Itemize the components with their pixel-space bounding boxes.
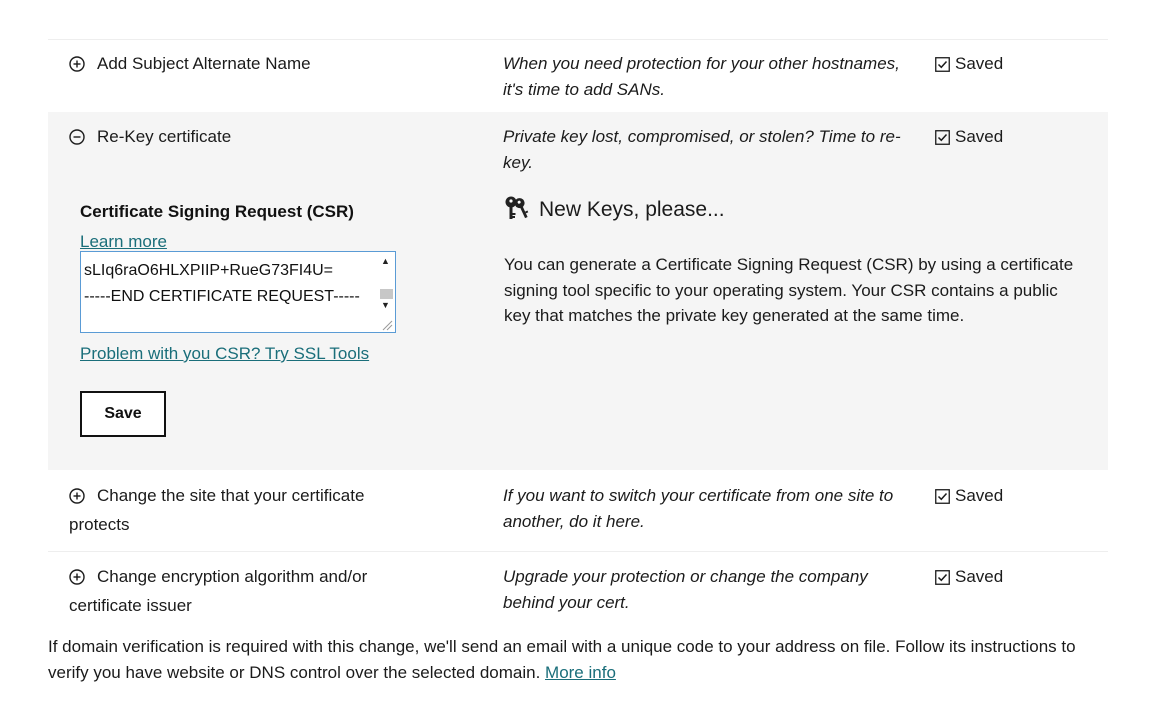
csr-textarea-value[interactable]: sLIq6raO6HLXPIIP+RueG73FI4U= -----END CE… [84,258,376,310]
save-button[interactable]: Save [80,391,166,437]
change-algorithm-description: Upgrade your protection or change the co… [503,567,868,612]
csr-textarea[interactable]: sLIq6raO6HLXPIIP+RueG73FI4U= -----END CE… [80,251,396,333]
row-divider [48,551,1108,552]
resize-handle-icon[interactable] [381,318,393,332]
checkbox-checked-icon [935,567,950,593]
learn-more-link[interactable]: Learn more [80,232,167,251]
add-san-title: Add Subject Alternate Name [97,54,311,73]
option-row-add-san: Add Subject Alternate Name When you need… [48,51,1108,111]
keys-icon [503,195,529,230]
rekey-status: Saved [935,124,1003,153]
add-san-description: When you need protection for your other … [503,54,900,99]
new-keys-title: New Keys, please... [539,198,725,221]
option-row-change-site: Change the site that your certificate pr… [48,483,1108,543]
scroll-down-icon[interactable]: ▼ [381,300,390,310]
rekey-panel: Re-Key certificate Private key lost, com… [48,112,1108,470]
plus-circle-icon[interactable] [69,54,85,80]
rekey-title: Re-Key certificate [97,127,232,146]
minus-circle-icon[interactable] [69,127,85,153]
checkbox-checked-icon [935,127,950,153]
change-site-status: Saved [935,483,1003,512]
checkbox-checked-icon [935,54,950,80]
rekey-description: Private key lost, compromised, or stolen… [503,127,901,172]
change-site-description: If you want to switch your certificate f… [503,486,894,531]
change-site-title: Change the site that your certificate pr… [69,486,365,534]
add-san-status: Saved [935,51,1003,80]
plus-circle-icon[interactable] [69,486,85,512]
change-site-toggle[interactable]: Change the site that your certificate pr… [69,483,389,537]
change-algorithm-status: Saved [935,564,1003,593]
status-label: Saved [955,127,1004,146]
scroll-thumb[interactable] [380,289,393,299]
change-algorithm-title: Change encryption algorithm and/or certi… [69,567,368,615]
row-divider [48,39,1108,40]
add-san-toggle[interactable]: Add Subject Alternate Name [69,51,389,80]
scroll-up-icon[interactable]: ▲ [381,256,390,266]
new-keys-body: You can generate a Certificate Signing R… [504,255,1074,325]
checkbox-checked-icon [935,486,950,512]
new-keys-heading: New Keys, please... [503,195,725,230]
plus-circle-icon[interactable] [69,567,85,593]
csr-scrollbar[interactable]: ▲ ▼ [377,252,395,332]
more-info-link[interactable]: More info [545,663,616,682]
csr-label-text: Certificate Signing Request (CSR) [80,202,354,221]
status-label: Saved [955,486,1004,505]
option-row-change-algorithm: Change encryption algorithm and/or certi… [48,564,1108,624]
verification-note: If domain verification is required with … [48,634,1108,685]
ssl-tools-link[interactable]: Problem with you CSR? Try SSL Tools [80,341,369,366]
status-label: Saved [955,567,1004,586]
csr-label: Certificate Signing Request (CSR) Learn … [80,197,400,257]
change-algorithm-toggle[interactable]: Change encryption algorithm and/or certi… [69,564,389,618]
rekey-toggle[interactable]: Re-Key certificate [69,124,389,153]
status-label: Saved [955,54,1004,73]
